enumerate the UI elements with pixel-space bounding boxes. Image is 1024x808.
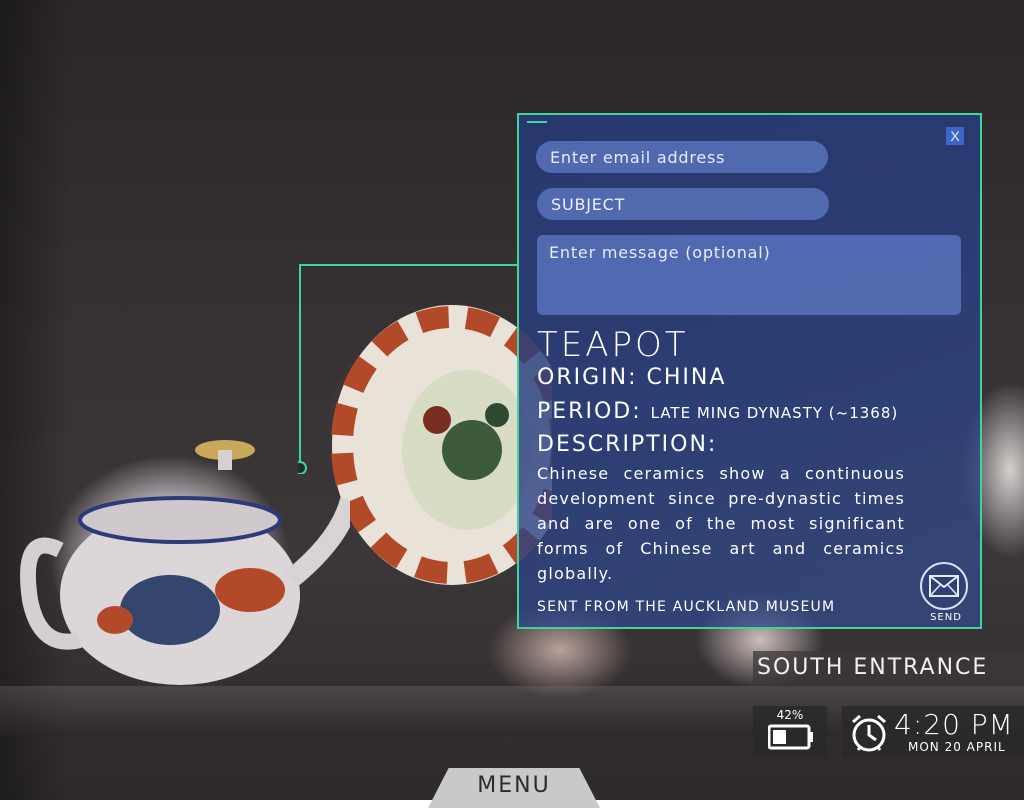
message-textarea[interactable] [537,235,961,315]
panel-accent-tab [527,121,547,123]
battery-status: 42% [753,706,827,758]
period-label: PERIOD: [537,399,642,424]
send-label: SEND [930,612,962,623]
battery-percent: 42% [776,708,804,722]
origin-label: ORIGIN: [537,365,638,390]
period-value: LATE MING DYNASTY (~1368) [650,404,899,422]
share-info-panel: X TEAPOT ORIGIN: CHINA PERIOD: LATE MING… [517,113,982,629]
current-date: MON 20 APRIL [908,740,1006,754]
description-heading: DESCRIPTION: [537,432,718,457]
description-text: Chinese ceramics show a continuous devel… [537,464,905,583]
subject-input[interactable] [537,188,829,220]
send-button[interactable] [920,562,968,610]
connector-line [298,264,520,474]
clock-status: 4:20 PM MON 20 APRIL [842,706,1024,758]
origin-row: ORIGIN: CHINA [537,365,726,390]
artifact-title: TEAPOT [537,325,689,365]
period-row: PERIOD: LATE MING DYNASTY (~1368) [537,399,898,424]
close-icon[interactable]: X [946,127,964,145]
email-input[interactable] [536,141,828,173]
envelope-icon [929,575,959,597]
current-time: 4:20 PM [894,708,1014,741]
menu-button[interactable]: MENU [428,768,600,808]
alarm-clock-icon [852,714,886,752]
battery-icon [768,724,813,750]
location-label: SOUTH ENTRANCE [753,651,1024,685]
origin-value: CHINA [646,365,727,390]
sent-from-footer: SENT FROM THE AUCKLAND MUSEUM [537,599,836,615]
